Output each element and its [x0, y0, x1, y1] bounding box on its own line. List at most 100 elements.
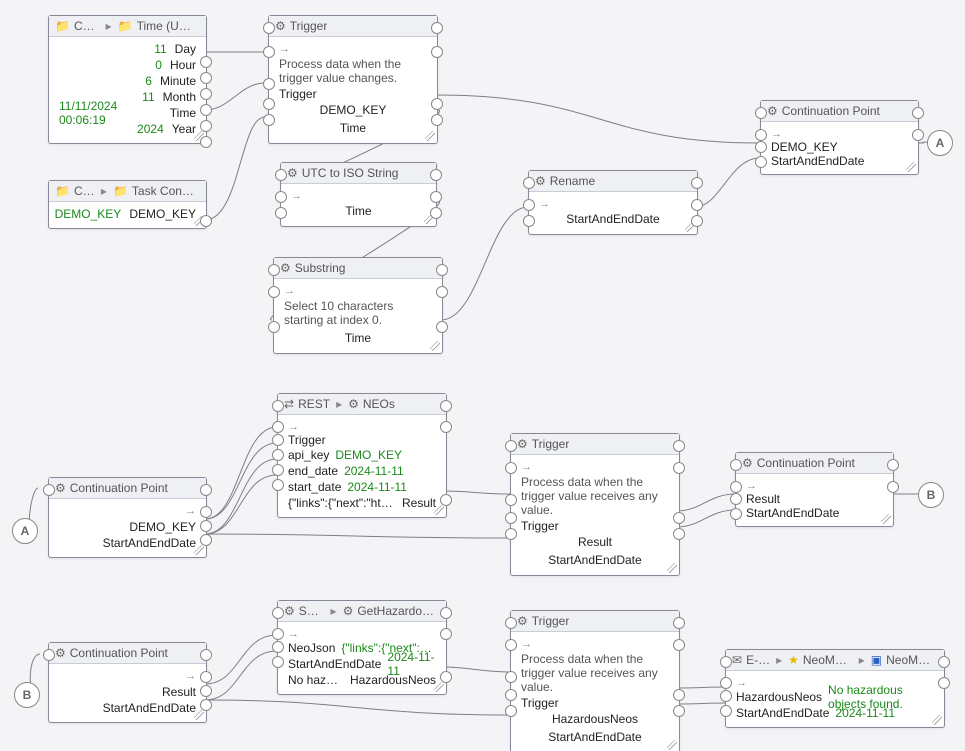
port-out-arrow[interactable] — [200, 506, 212, 518]
resize-grip[interactable] — [667, 563, 677, 573]
port-in-trigger[interactable] — [263, 78, 275, 90]
port-in-arrow[interactable] — [755, 129, 767, 141]
node-header[interactable]: Continuation Point — [49, 478, 206, 499]
joiner-b-out[interactable]: B — [918, 482, 944, 508]
port-out-top[interactable] — [887, 459, 899, 471]
node-rest-neos[interactable]: REST ▸ NEOs → Trigger api_keyDEMO_KEY en… — [277, 393, 447, 518]
port-out-top[interactable] — [431, 22, 443, 34]
node-header[interactable]: E-Mail ▸ NeoMessage ▸ NeoMessage — [726, 650, 944, 671]
node-script-gethazardous[interactable]: Script ▸ GetHazardousN... → NeoJson{"lin… — [277, 600, 447, 695]
port-out-hour[interactable] — [200, 72, 212, 84]
port-in-arrow[interactable] — [523, 199, 535, 211]
port-out-top[interactable] — [691, 177, 703, 189]
port-in-top[interactable] — [268, 264, 280, 276]
node-header[interactable]: Trigger — [511, 611, 679, 632]
port-in-top[interactable] — [43, 649, 55, 661]
port-out-top[interactable] — [440, 400, 452, 412]
node-core-time[interactable]: Core ▸ Time (UTC) 11Day 0Hour 6Minute 11… — [48, 15, 207, 144]
port-in-arrow[interactable] — [505, 639, 517, 651]
port-out-month[interactable] — [200, 104, 212, 116]
resize-grip[interactable] — [194, 545, 204, 555]
port-out-arrow[interactable] — [431, 46, 443, 58]
port-in-time[interactable] — [275, 207, 287, 219]
node-header[interactable]: Trigger — [269, 16, 437, 37]
node-substring[interactable]: Substring → Select 10 characters startin… — [273, 257, 443, 354]
port-in-top[interactable] — [505, 440, 517, 452]
port-out-saed[interactable] — [673, 528, 685, 540]
port-in-neojson[interactable] — [272, 641, 284, 653]
node-header[interactable]: Rename — [529, 171, 697, 192]
port-out-top[interactable] — [200, 649, 212, 661]
port-in-l2[interactable] — [730, 508, 742, 520]
port-out-arrow[interactable] — [938, 677, 950, 689]
port-in-saed[interactable] — [272, 656, 284, 668]
port-in-saed[interactable] — [720, 705, 732, 717]
port-in-startdate[interactable] — [272, 479, 284, 491]
port-in-top[interactable] — [272, 607, 284, 619]
port-in-time[interactable] — [268, 321, 280, 333]
port-in-arrow[interactable] — [275, 191, 287, 203]
resize-grip[interactable] — [932, 715, 942, 725]
node-header[interactable]: Continuation Point — [49, 643, 206, 664]
port-out-l1[interactable] — [200, 520, 212, 532]
port-out-time[interactable] — [436, 321, 448, 333]
port-out-time[interactable] — [431, 114, 443, 126]
port-in-top[interactable] — [730, 459, 742, 471]
port-in-arrow[interactable] — [263, 46, 275, 58]
joiner-b-in[interactable]: B — [14, 682, 40, 708]
port-in-arrow[interactable] — [505, 462, 517, 474]
port-out-arrow[interactable] — [440, 628, 452, 640]
port-in-l2[interactable] — [755, 156, 767, 168]
port-in-top[interactable] — [755, 107, 767, 119]
port-in-trigger[interactable] — [505, 671, 517, 683]
node-trigger-3[interactable]: Trigger → Process data when the trigger … — [510, 610, 680, 751]
node-utc-to-iso[interactable]: UTC to ISO String → Time — [280, 162, 437, 227]
port-out-arrow[interactable] — [887, 481, 899, 493]
node-header[interactable]: REST ▸ NEOs — [278, 394, 446, 415]
port-out-top[interactable] — [938, 656, 950, 668]
port-out-minute[interactable] — [200, 88, 212, 100]
port-in-saed[interactable] — [505, 705, 517, 717]
port-in-top[interactable] — [272, 400, 284, 412]
port-out-l1[interactable] — [200, 685, 212, 697]
port-in-arrow[interactable] — [730, 481, 742, 493]
node-header[interactable]: UTC to ISO String — [281, 163, 436, 184]
port-out-top[interactable] — [430, 169, 442, 181]
port-out-arrow[interactable] — [673, 462, 685, 474]
resize-grip[interactable] — [434, 682, 444, 692]
port-out-arrow[interactable] — [440, 421, 452, 433]
resize-grip[interactable] — [430, 341, 440, 351]
port-out-arrow[interactable] — [200, 671, 212, 683]
port-in-trigger[interactable] — [505, 494, 517, 506]
node-continuation-point-right-mid[interactable]: Continuation Point → Result StartAndEndD… — [735, 452, 894, 527]
port-in-top[interactable] — [720, 656, 732, 668]
port-in-top[interactable] — [263, 22, 275, 34]
port-out-arrow[interactable] — [673, 639, 685, 651]
node-header[interactable]: Continuation Point — [736, 453, 893, 474]
port-out-top[interactable] — [200, 484, 212, 496]
node-header[interactable]: Substring — [274, 258, 442, 279]
port-out-top[interactable] — [436, 264, 448, 276]
port-out-demokey[interactable] — [200, 215, 212, 227]
port-out-day[interactable] — [200, 56, 212, 68]
node-header[interactable]: Trigger — [511, 434, 679, 455]
node-continuation-point-left-bottom[interactable]: Continuation Point → Result StartAndEndD… — [48, 642, 207, 723]
node-header[interactable]: Core ▸ Time (UTC) — [49, 16, 206, 37]
port-out-saed[interactable] — [673, 705, 685, 717]
node-trigger-1[interactable]: Trigger → Process data when the trigger … — [268, 15, 438, 144]
resize-grip[interactable] — [881, 514, 891, 524]
port-out-saed[interactable] — [691, 215, 703, 227]
port-in-top[interactable] — [505, 617, 517, 629]
node-header[interactable]: Core ▸ Task Constants — [49, 181, 206, 202]
port-out-result[interactable] — [673, 512, 685, 524]
resize-grip[interactable] — [434, 505, 444, 515]
port-out-arrow[interactable] — [912, 129, 924, 141]
port-out-arrow[interactable] — [691, 199, 703, 211]
port-in-l1[interactable] — [730, 493, 742, 505]
port-out-l2[interactable] — [200, 699, 212, 711]
port-out-time[interactable] — [430, 207, 442, 219]
node-email-neomessage[interactable]: E-Mail ▸ NeoMessage ▸ NeoMessage → Hazar… — [725, 649, 945, 728]
port-in-arrow[interactable] — [272, 628, 284, 640]
port-in-result[interactable] — [505, 512, 517, 524]
port-out-time[interactable] — [200, 120, 212, 132]
